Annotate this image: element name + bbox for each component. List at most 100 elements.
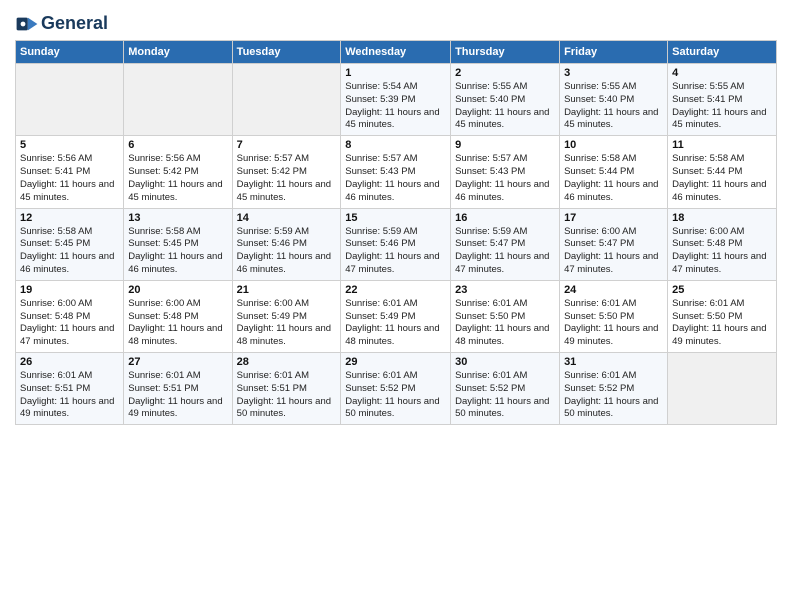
calendar-cell xyxy=(124,64,232,136)
calendar-table: SundayMondayTuesdayWednesdayThursdayFrid… xyxy=(15,40,777,425)
calendar-week-row: 1 Sunrise: 5:54 AM Sunset: 5:39 PM Daylig… xyxy=(16,64,777,136)
calendar-cell: 1 Sunrise: 5:54 AM Sunset: 5:39 PM Daylig… xyxy=(341,64,451,136)
calendar-cell: 30 Sunrise: 6:01 AM Sunset: 5:52 PM Dayli… xyxy=(451,353,560,425)
day-number: 3 xyxy=(564,67,663,79)
day-number: 9 xyxy=(455,139,555,151)
day-info: Sunrise: 5:57 AM Sunset: 5:43 PM Dayligh… xyxy=(345,153,446,204)
day-info: Sunrise: 5:55 AM Sunset: 5:40 PM Dayligh… xyxy=(564,81,663,132)
calendar-cell: 26 Sunrise: 6:01 AM Sunset: 5:51 PM Dayli… xyxy=(16,353,124,425)
day-info: Sunrise: 5:54 AM Sunset: 5:39 PM Dayligh… xyxy=(345,81,446,132)
day-info: Sunrise: 5:55 AM Sunset: 5:41 PM Dayligh… xyxy=(672,81,772,132)
day-number: 12 xyxy=(20,212,119,224)
day-info: Sunrise: 5:58 AM Sunset: 5:45 PM Dayligh… xyxy=(128,226,227,277)
calendar-cell: 13 Sunrise: 5:58 AM Sunset: 5:45 PM Dayli… xyxy=(124,208,232,280)
calendar-cell: 12 Sunrise: 5:58 AM Sunset: 5:45 PM Dayli… xyxy=(16,208,124,280)
day-number: 1 xyxy=(345,67,446,79)
day-number: 29 xyxy=(345,356,446,368)
day-info: Sunrise: 6:01 AM Sunset: 5:50 PM Dayligh… xyxy=(564,298,663,349)
day-info: Sunrise: 5:56 AM Sunset: 5:42 PM Dayligh… xyxy=(128,153,227,204)
calendar-cell: 9 Sunrise: 5:57 AM Sunset: 5:43 PM Daylig… xyxy=(451,136,560,208)
day-info: Sunrise: 5:59 AM Sunset: 5:47 PM Dayligh… xyxy=(455,226,555,277)
day-number: 17 xyxy=(564,212,663,224)
day-number: 24 xyxy=(564,284,663,296)
logo-text: General xyxy=(41,14,108,34)
calendar-cell: 23 Sunrise: 6:01 AM Sunset: 5:50 PM Dayli… xyxy=(451,280,560,352)
calendar-cell: 20 Sunrise: 6:00 AM Sunset: 5:48 PM Dayli… xyxy=(124,280,232,352)
weekday-header-saturday: Saturday xyxy=(668,41,777,64)
day-number: 16 xyxy=(455,212,555,224)
day-info: Sunrise: 5:59 AM Sunset: 5:46 PM Dayligh… xyxy=(345,226,446,277)
day-number: 11 xyxy=(672,139,772,151)
day-info: Sunrise: 5:59 AM Sunset: 5:46 PM Dayligh… xyxy=(237,226,337,277)
logo-icon xyxy=(15,14,39,34)
calendar-cell: 8 Sunrise: 5:57 AM Sunset: 5:43 PM Daylig… xyxy=(341,136,451,208)
calendar-cell: 17 Sunrise: 6:00 AM Sunset: 5:47 PM Dayli… xyxy=(560,208,668,280)
calendar-cell xyxy=(232,64,341,136)
calendar-cell: 28 Sunrise: 6:01 AM Sunset: 5:51 PM Dayli… xyxy=(232,353,341,425)
day-info: Sunrise: 5:56 AM Sunset: 5:41 PM Dayligh… xyxy=(20,153,119,204)
day-number: 25 xyxy=(672,284,772,296)
day-number: 8 xyxy=(345,139,446,151)
weekday-header-monday: Monday xyxy=(124,41,232,64)
day-info: Sunrise: 5:58 AM Sunset: 5:45 PM Dayligh… xyxy=(20,226,119,277)
calendar-cell: 29 Sunrise: 6:01 AM Sunset: 5:52 PM Dayli… xyxy=(341,353,451,425)
day-info: Sunrise: 6:01 AM Sunset: 5:51 PM Dayligh… xyxy=(237,370,337,421)
day-info: Sunrise: 6:01 AM Sunset: 5:51 PM Dayligh… xyxy=(128,370,227,421)
day-number: 19 xyxy=(20,284,119,296)
day-number: 23 xyxy=(455,284,555,296)
day-number: 6 xyxy=(128,139,227,151)
day-number: 2 xyxy=(455,67,555,79)
day-number: 20 xyxy=(128,284,227,296)
calendar-cell: 18Sunrise: 6:00 AM Sunset: 5:48 PM Dayli… xyxy=(668,208,777,280)
day-info: Sunrise: 6:00 AM Sunset: 5:48 PM Dayligh… xyxy=(20,298,119,349)
day-info: Sunrise: 5:55 AM Sunset: 5:40 PM Dayligh… xyxy=(455,81,555,132)
day-number: 28 xyxy=(237,356,337,368)
day-info: Sunrise: 5:57 AM Sunset: 5:42 PM Dayligh… xyxy=(237,153,337,204)
day-info: Sunrise: 5:58 AM Sunset: 5:44 PM Dayligh… xyxy=(564,153,663,204)
day-number: 27 xyxy=(128,356,227,368)
day-number: 15 xyxy=(345,212,446,224)
calendar-cell xyxy=(16,64,124,136)
calendar-cell: 7Sunrise: 5:57 AM Sunset: 5:42 PM Daylig… xyxy=(232,136,341,208)
day-info: Sunrise: 5:57 AM Sunset: 5:43 PM Dayligh… xyxy=(455,153,555,204)
calendar-cell: 24 Sunrise: 6:01 AM Sunset: 5:50 PM Dayli… xyxy=(560,280,668,352)
day-info: Sunrise: 6:01 AM Sunset: 5:50 PM Dayligh… xyxy=(672,298,772,349)
calendar-week-row: 26 Sunrise: 6:01 AM Sunset: 5:51 PM Dayli… xyxy=(16,353,777,425)
calendar-cell: 5Sunrise: 5:56 AM Sunset: 5:41 PM Daylig… xyxy=(16,136,124,208)
calendar-cell: 31Sunrise: 6:01 AM Sunset: 5:52 PM Dayli… xyxy=(560,353,668,425)
calendar-cell: 25 Sunrise: 6:01 AM Sunset: 5:50 PM Dayli… xyxy=(668,280,777,352)
weekday-header-wednesday: Wednesday xyxy=(341,41,451,64)
calendar-week-row: 12 Sunrise: 5:58 AM Sunset: 5:45 PM Dayli… xyxy=(16,208,777,280)
day-number: 18 xyxy=(672,212,772,224)
calendar-cell: 21Sunrise: 6:00 AM Sunset: 5:49 PM Dayli… xyxy=(232,280,341,352)
calendar-cell: 27 Sunrise: 6:01 AM Sunset: 5:51 PM Dayli… xyxy=(124,353,232,425)
day-number: 10 xyxy=(564,139,663,151)
calendar-cell: 2 Sunrise: 5:55 AM Sunset: 5:40 PM Daylig… xyxy=(451,64,560,136)
day-number: 26 xyxy=(20,356,119,368)
logo: General xyxy=(15,14,108,34)
calendar-cell xyxy=(668,353,777,425)
day-number: 31 xyxy=(564,356,663,368)
day-info: Sunrise: 6:00 AM Sunset: 5:48 PM Dayligh… xyxy=(128,298,227,349)
calendar-week-row: 5Sunrise: 5:56 AM Sunset: 5:41 PM Daylig… xyxy=(16,136,777,208)
day-info: Sunrise: 6:01 AM Sunset: 5:50 PM Dayligh… xyxy=(455,298,555,349)
day-number: 14 xyxy=(237,212,337,224)
day-number: 13 xyxy=(128,212,227,224)
calendar-cell: 19 Sunrise: 6:00 AM Sunset: 5:48 PM Dayli… xyxy=(16,280,124,352)
weekday-header-sunday: Sunday xyxy=(16,41,124,64)
calendar-cell: 15 Sunrise: 5:59 AM Sunset: 5:46 PM Dayli… xyxy=(341,208,451,280)
day-number: 30 xyxy=(455,356,555,368)
day-info: Sunrise: 6:01 AM Sunset: 5:51 PM Dayligh… xyxy=(20,370,119,421)
day-info: Sunrise: 6:01 AM Sunset: 5:52 PM Dayligh… xyxy=(345,370,446,421)
day-info: Sunrise: 5:58 AM Sunset: 5:44 PM Dayligh… xyxy=(672,153,772,204)
day-info: Sunrise: 6:01 AM Sunset: 5:49 PM Dayligh… xyxy=(345,298,446,349)
day-number: 4 xyxy=(672,67,772,79)
day-info: Sunrise: 6:01 AM Sunset: 5:52 PM Dayligh… xyxy=(455,370,555,421)
day-info: Sunrise: 6:00 AM Sunset: 5:49 PM Dayligh… xyxy=(237,298,337,349)
calendar-cell: 22Sunrise: 6:01 AM Sunset: 5:49 PM Dayli… xyxy=(341,280,451,352)
calendar-cell: 16 Sunrise: 5:59 AM Sunset: 5:47 PM Dayli… xyxy=(451,208,560,280)
calendar-cell: 14 Sunrise: 5:59 AM Sunset: 5:46 PM Dayli… xyxy=(232,208,341,280)
calendar-week-row: 19 Sunrise: 6:00 AM Sunset: 5:48 PM Dayli… xyxy=(16,280,777,352)
day-info: Sunrise: 6:00 AM Sunset: 5:47 PM Dayligh… xyxy=(564,226,663,277)
weekday-header-friday: Friday xyxy=(560,41,668,64)
